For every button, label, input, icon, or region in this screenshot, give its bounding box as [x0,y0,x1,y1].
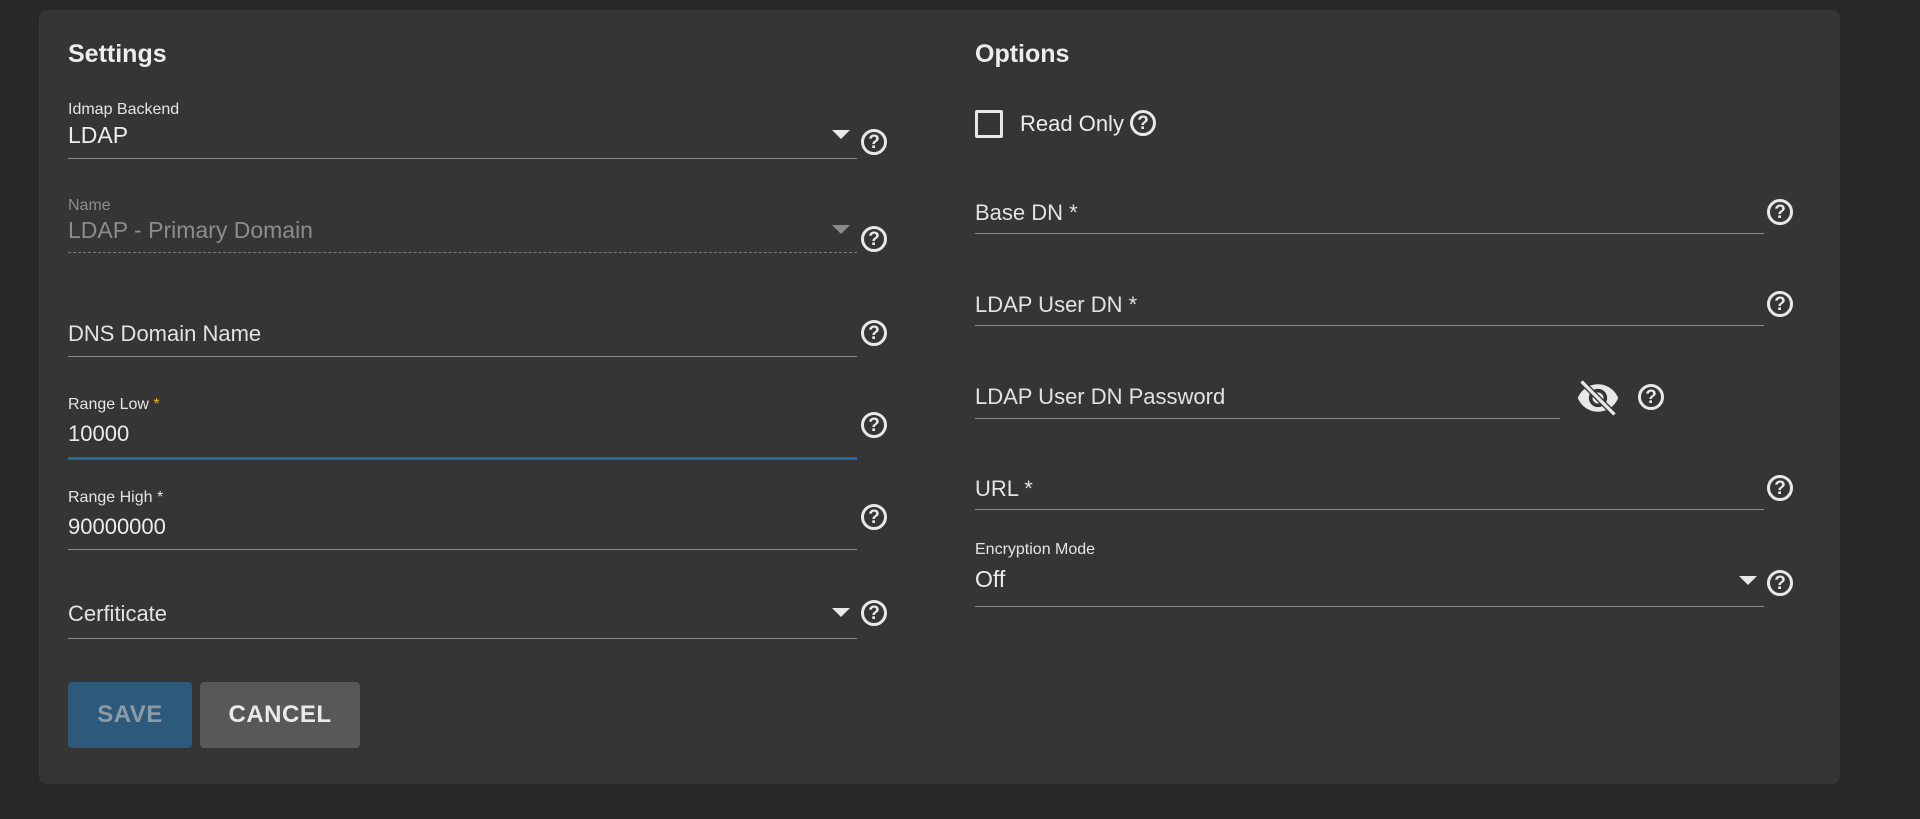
help-circle-icon[interactable]: ? [1767,570,1793,596]
encryption-mode-underline [975,606,1764,607]
range-low-label-text: Range Low [68,396,149,413]
certificate-select[interactable]: Cerfiticate [68,597,857,649]
ldap-user-dn-placeholder: LDAP User DN * [975,292,1138,317]
range-low-value: 10000 [68,421,130,446]
help-circle-icon[interactable]: ? [1130,110,1156,136]
cancel-button[interactable]: CANCEL [200,682,360,748]
range-low-input[interactable]: Range Low * 10000 [68,394,857,464]
settings-section-title: Settings [68,40,167,68]
url-placeholder: URL * [975,476,1033,501]
range-high-value: 90000000 [68,514,166,539]
base-dn-placeholder: Base DN * [975,200,1078,225]
range-low-underline [68,457,857,460]
save-button[interactable]: SAVE [68,682,192,748]
idmap-backend-select[interactable]: Idmap Backend LDAP [68,101,857,159]
idmap-form-card: Settings Idmap Backend LDAP ? Name LDAP … [39,10,1840,784]
idmap-backend-underline [68,158,857,159]
ldap-user-dn-underline [975,325,1764,326]
help-circle-icon[interactable]: ? [1638,384,1664,410]
ldap-user-dn-password-underline [975,418,1560,419]
name-select: Name LDAP - Primary Domain [68,197,857,255]
help-circle-icon[interactable]: ? [1767,199,1793,225]
help-circle-icon[interactable]: ? [861,412,887,438]
range-low-label: Range Low * [68,396,160,414]
name-value: LDAP - Primary Domain [68,217,313,243]
dns-domain-name-placeholder: DNS Domain Name [68,321,262,346]
ldap-user-dn-input[interactable]: LDAP User DN * [975,292,1764,338]
arrow-drop-down-icon [832,608,850,617]
range-high-label: Range High * [68,489,164,506]
options-section-title: Options [975,40,1070,68]
certificate-underline [68,638,857,639]
arrow-drop-down-icon [832,130,850,139]
help-circle-icon[interactable]: ? [861,320,887,346]
range-high-underline [68,549,857,550]
base-dn-input[interactable]: Base DN * [975,200,1764,246]
encryption-mode-label: Encryption Mode [975,541,1096,558]
help-circle-icon[interactable]: ? [1767,291,1793,317]
name-underline [68,252,857,253]
required-mark: * [153,396,160,413]
eye-off-icon[interactable] [1576,376,1620,420]
url-input[interactable]: URL * [975,476,1764,522]
certificate-placeholder: Cerfiticate [68,601,168,626]
arrow-drop-down-icon [1739,576,1757,585]
arrow-drop-down-icon [832,225,850,234]
dns-domain-name-input[interactable]: DNS Domain Name [68,321,857,369]
dns-domain-name-underline [68,356,857,357]
ldap-user-dn-password-input[interactable]: LDAP User DN Password [975,384,1560,430]
read-only-checkbox[interactable] [975,110,1003,138]
encryption-mode-select[interactable]: Encryption Mode Off [975,541,1764,607]
encryption-mode-value: Off [975,566,1006,592]
read-only-label: Read Only [1020,111,1124,136]
idmap-backend-value: LDAP [68,122,129,148]
help-circle-icon[interactable]: ? [1767,475,1793,501]
name-label: Name [68,197,111,214]
help-circle-icon[interactable]: ? [861,226,887,252]
ldap-user-dn-password-placeholder: LDAP User DN Password [975,384,1226,409]
help-circle-icon[interactable]: ? [861,129,887,155]
range-high-input[interactable]: Range High * 90000000 [68,487,857,551]
help-circle-icon[interactable]: ? [861,504,887,530]
help-circle-icon[interactable]: ? [861,600,887,626]
idmap-backend-label: Idmap Backend [68,101,180,118]
base-dn-underline [975,233,1764,234]
url-underline [975,509,1764,510]
